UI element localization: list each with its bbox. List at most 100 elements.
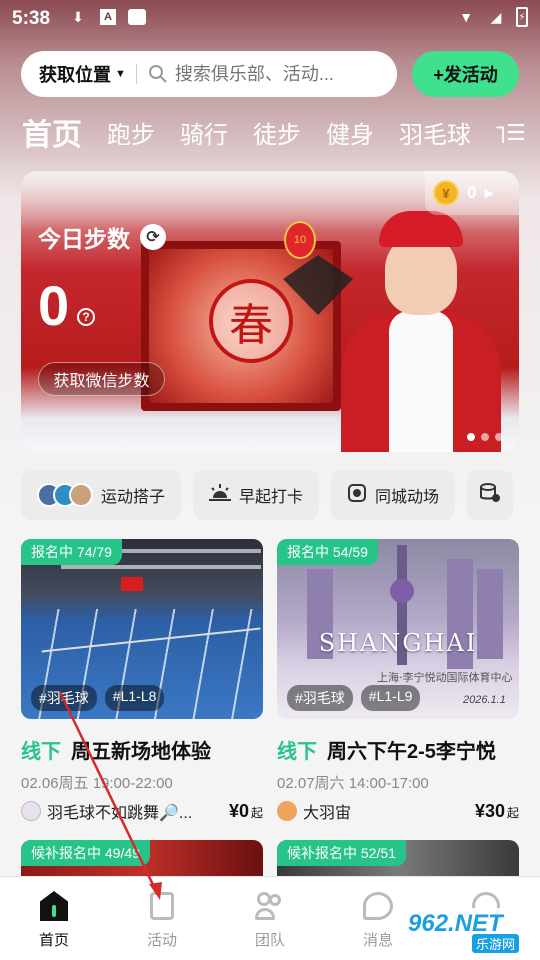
team-icon — [254, 889, 286, 923]
tab-fitness[interactable]: 健身 — [326, 116, 374, 156]
tab-home[interactable]: 首页 — [22, 116, 82, 156]
pager-dot — [481, 433, 489, 441]
coin-icon: ¥ — [433, 180, 459, 206]
battery-icon: ⚡ — [516, 7, 528, 27]
character-hat — [379, 211, 463, 247]
site-watermark: 962.NET 乐游网 — [402, 908, 532, 954]
flag-image — [121, 577, 143, 591]
host-info: 羽毛球不如跳舞🔎... — [21, 799, 192, 823]
search-icon — [147, 63, 169, 85]
coin-count: 0 — [467, 183, 477, 202]
host-name: 羽毛球不如跳舞🔎... — [47, 805, 193, 822]
location-label: 获取位置 — [39, 65, 111, 85]
activity-icon — [146, 889, 178, 923]
location-search-bar: 获取位置 ▼ — [21, 51, 397, 97]
lantern-number: 10 — [293, 234, 307, 246]
category-tabs: 首页 跑步 骑行 徒步 健身 羽毛球 T — [22, 110, 529, 156]
steps-title: 今日步数 — [38, 226, 130, 252]
camera-icon — [347, 483, 367, 508]
status-badge: 报名中 54/59 — [277, 539, 378, 565]
nav-team[interactable]: 团队 — [216, 877, 324, 960]
activity-card[interactable]: 候补报名中 52/51 — [277, 840, 519, 876]
signal-icon: ◢ — [490, 8, 502, 25]
get-wechat-steps-button[interactable]: 获取微信步数 — [38, 362, 165, 396]
activity-image: SHANGHAI 上海·李宁悦动国际体育中心 2026.1.1 报名中 54/5… — [277, 539, 519, 719]
avatar — [277, 801, 297, 821]
activity-image: 报名中 74/79 #羽毛球 #L1-L8 — [21, 539, 263, 719]
chip-city-venues[interactable]: 同城动场 — [331, 470, 456, 520]
pager-dot — [495, 433, 503, 441]
activity-title: 周六下午2-5李宁悦 — [327, 741, 496, 763]
nav-label: 消息 — [362, 932, 393, 949]
banner-character — [341, 211, 501, 452]
pager-dot — [467, 433, 475, 441]
publish-activity-button[interactable]: +发活动 — [412, 51, 519, 97]
coin-counter[interactable]: ¥ 0 ▶ — [425, 171, 519, 215]
nav-activity[interactable]: 活动 — [108, 877, 216, 960]
tag: #羽毛球 — [31, 685, 97, 711]
sunrise-icon — [209, 483, 232, 507]
lantern-image: 10 — [284, 221, 316, 259]
activity-time: 02.07周六 14:00-17:00 — [277, 775, 429, 792]
activity-time: 02.06周五 19:00-22:00 — [21, 775, 173, 792]
poster-subtitle: 上海·李宁悦动国际体育中心 — [377, 671, 513, 684]
search-input[interactable] — [174, 63, 335, 85]
activity-tags: #羽毛球 #L1-L9 — [287, 685, 421, 711]
price-value: ¥30 — [474, 800, 505, 821]
activity-footer: 羽毛球不如跳舞🔎... ¥0 起 — [21, 799, 263, 823]
help-icon[interactable]: ? — [77, 308, 95, 326]
tab-running[interactable]: 跑步 — [107, 116, 155, 156]
status-time: 5:38 — [12, 8, 51, 29]
location-selector[interactable]: 获取位置 ▼ — [21, 61, 126, 87]
chip-coins[interactable] — [467, 470, 514, 520]
tab-badminton[interactable]: 羽毛球 — [399, 116, 471, 156]
activity-tags: #羽毛球 #L1-L8 — [31, 685, 165, 711]
activity-title: 周五新场地体验 — [71, 741, 211, 763]
tag: #L1-L9 — [360, 685, 421, 711]
chip-label: 早起打卡 — [239, 489, 304, 506]
chip-early-checkin[interactable]: 早起打卡 — [193, 470, 320, 520]
wifi-icon: ▼ — [459, 9, 473, 25]
search-divider — [135, 64, 137, 84]
nav-label: 团队 — [254, 932, 285, 949]
tag: #L1-L8 — [104, 685, 165, 711]
tag: #羽毛球 — [287, 685, 353, 711]
menu-icon[interactable]: ☰ — [506, 122, 528, 144]
chip-label: 运动搭子 — [101, 489, 166, 506]
steps-banner[interactable]: 春 10 今日步数 ⟳ 0 ? 获取微信步数 ¥ 0 ▶ — [21, 171, 519, 452]
watermark-sub: 乐游网 — [472, 934, 520, 953]
quick-chips: 运动搭子 早起打卡 同城动场 — [21, 470, 514, 520]
activity-title-row: 线下 周六下午2-5李宁悦 — [277, 735, 519, 764]
refresh-icon[interactable]: ⟳ — [140, 224, 166, 250]
chip-label: 同城动场 — [375, 489, 440, 506]
price-value: ¥0 — [228, 800, 249, 821]
price-suffix: 起 — [250, 805, 263, 820]
status-notification-icons: ⬇ A — [68, 7, 146, 27]
nav-home[interactable]: 首页 — [0, 877, 108, 960]
tower-ball — [390, 579, 414, 603]
avatar — [69, 483, 93, 507]
price: ¥0 起 — [229, 801, 263, 822]
tab-cycling[interactable]: 骑行 — [180, 116, 228, 156]
activity-card[interactable]: SHANGHAI 上海·李宁悦动国际体育中心 2026.1.1 报名中 54/5… — [277, 539, 519, 823]
status-badge: 候补报名中 49/49 — [21, 840, 150, 866]
nav-label: 首页 — [38, 932, 69, 949]
steps-title-row: 今日步数 ⟳ — [38, 220, 166, 254]
activity-card[interactable]: 候补报名中 49/49 — [21, 840, 263, 876]
price: ¥30 起 — [475, 801, 519, 822]
steps-value: 0 — [38, 274, 70, 337]
tab-more-partial[interactable]: T — [496, 116, 504, 156]
coins-icon — [479, 482, 501, 508]
avatar — [21, 801, 41, 821]
activity-mode: 线下 — [21, 741, 61, 763]
chip-sport-buddy[interactable]: 运动搭子 — [21, 470, 182, 520]
bag-icon — [128, 9, 146, 25]
host-info: 大羽宙 — [277, 799, 351, 823]
play-icon: ▶ — [484, 186, 494, 200]
tab-hiking[interactable]: 徒步 — [253, 116, 301, 156]
activity-footer: 大羽宙 ¥30 起 — [277, 799, 519, 823]
status-badge: 报名中 74/79 — [21, 539, 122, 565]
download-icon: ⬇ — [72, 8, 84, 25]
activity-card[interactable]: 报名中 74/79 #羽毛球 #L1-L8 线下 周五新场地体验 02.06周五 … — [21, 539, 263, 823]
nav-label: 活动 — [146, 932, 177, 949]
